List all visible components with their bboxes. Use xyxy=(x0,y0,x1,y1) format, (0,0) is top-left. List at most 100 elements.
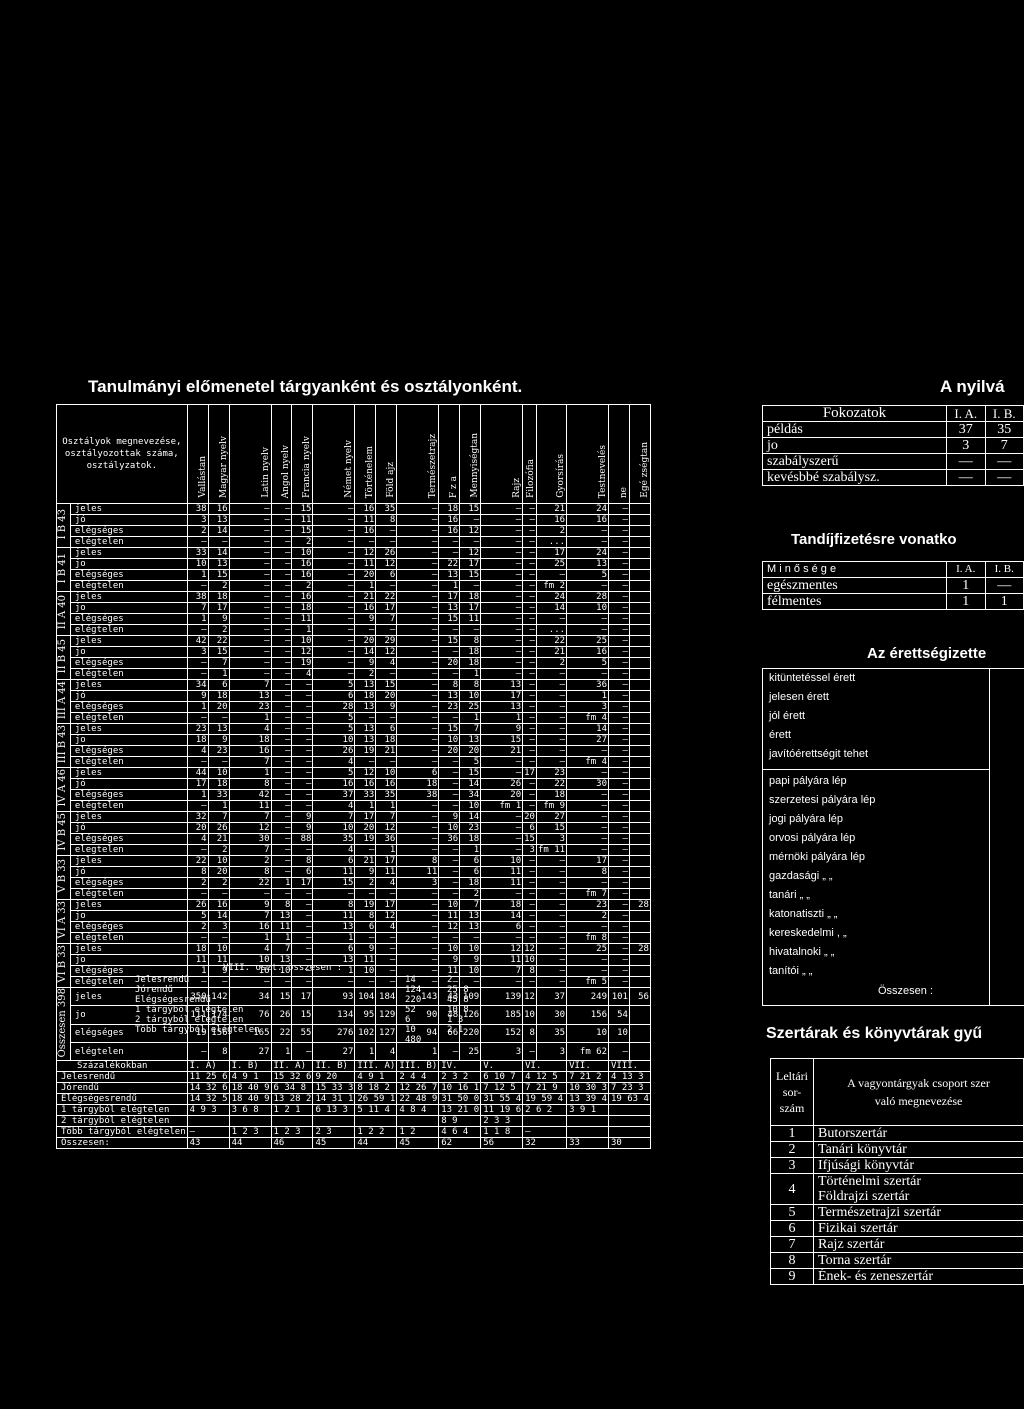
grade-count: 5 xyxy=(312,723,356,735)
pct-value: 4 9 1 xyxy=(228,1071,272,1084)
grade-count: 3 xyxy=(522,844,537,856)
grade-count: — xyxy=(608,712,630,724)
pct-value: 6 13 3 xyxy=(312,1104,356,1117)
grade-count: 21 xyxy=(207,833,230,845)
grade-count: — xyxy=(566,536,609,548)
grade-count: — xyxy=(566,877,609,889)
grade-count: — xyxy=(186,844,209,856)
pct-value: 18 40 9 xyxy=(228,1082,272,1095)
tandij-header: M i n ő s é g e xyxy=(762,561,947,578)
grade-count: 3 xyxy=(186,514,209,526)
table-row: elégtelen — — — —2— — — — — — — —... — — xyxy=(57,536,651,548)
grade-count: 11 xyxy=(480,877,524,889)
pct-value: 7 21 2 xyxy=(566,1071,609,1084)
grade-label: elégtelen xyxy=(69,712,188,724)
grade-count: 33 xyxy=(354,789,377,801)
subject-header: Magyar nyelv xyxy=(207,404,230,504)
grade-count xyxy=(628,558,651,570)
tandij-table: M i n ő s é g e I. A. I. B. egészmentes 1… xyxy=(762,561,1024,610)
grade-count: 1 xyxy=(375,844,398,856)
grade-count: 1 xyxy=(270,877,293,889)
summary-row: 2 tárgyból elégtelen 6 1 3 xyxy=(135,1015,465,1025)
grade-count xyxy=(628,855,651,867)
grade-count: — xyxy=(522,503,537,515)
grade-count: 3 xyxy=(535,1042,568,1062)
grade-count: — xyxy=(270,591,293,603)
grade-count: 22 xyxy=(207,635,230,647)
szertar-row: 3 Ifjúsági könyvtár xyxy=(770,1157,1024,1174)
grade-count: 23 xyxy=(535,767,568,779)
grade-count: — xyxy=(438,789,461,801)
grade-count: — xyxy=(396,525,440,537)
grade-count: — xyxy=(396,657,440,669)
grade-count: 13 xyxy=(312,921,356,933)
grade-count: 5 xyxy=(312,712,356,724)
grade-count: — xyxy=(354,888,377,900)
grade-count xyxy=(628,635,651,647)
grade-count: — xyxy=(459,624,482,636)
szertar-num: 9 xyxy=(770,1268,814,1285)
grade-count: — xyxy=(480,503,524,515)
table-row: elégséges 2 2 22 1 17 15 2 4 3—18 11— — — — xyxy=(57,877,651,889)
subject-label: Francia nyelv xyxy=(302,435,313,498)
grade-count: 17 xyxy=(459,602,482,614)
grade-count: — xyxy=(270,646,293,658)
grade-count: — xyxy=(270,767,293,779)
grade-count: — xyxy=(186,932,209,944)
grade-count: — xyxy=(396,910,440,922)
erett-item: kitüntetéssel érett xyxy=(769,672,856,684)
pct-value: 31 50 0 xyxy=(438,1093,482,1106)
grade-count: 1 xyxy=(207,800,230,812)
grade-count: — xyxy=(270,503,293,515)
grade-count: 11 xyxy=(480,866,524,878)
grade-count: 20 xyxy=(375,690,398,702)
grade-count: — xyxy=(291,756,314,768)
grade-count: 5 xyxy=(312,767,356,779)
grade-count: — xyxy=(438,756,461,768)
grade-count: — xyxy=(291,701,314,713)
pct-row: Több tárgyból elégtelen —1 2 31 2 32 31 2… xyxy=(56,1126,651,1139)
grade-count: — xyxy=(566,613,609,625)
grade-count: — xyxy=(535,734,568,746)
table-row: elégséges 2 14— —15—16— —16 12— —2— — xyxy=(57,525,651,537)
grade-count: 9 xyxy=(354,866,377,878)
grade-count: 15 xyxy=(375,679,398,691)
grade-count: 11 xyxy=(438,910,461,922)
szertar-name-text: Ifjúsági könyvtár xyxy=(818,1158,915,1173)
grade-count: — xyxy=(270,547,293,559)
summary-label: Elégségesrendű xyxy=(135,995,211,1005)
subject-header: Egé zségtan xyxy=(628,404,651,504)
grade-count: — xyxy=(354,756,377,768)
grade-count: — xyxy=(291,679,314,691)
grade-count: — xyxy=(228,591,272,603)
grade-count: — xyxy=(522,866,537,878)
grade-count: — xyxy=(228,514,272,526)
class-label: IV A 46 xyxy=(56,767,71,812)
grade-count: 7 xyxy=(375,613,398,625)
pct-row-label: 2 tárgyból elégtelen xyxy=(56,1115,188,1128)
grade-count: — xyxy=(186,668,209,680)
grade-count: — xyxy=(396,723,440,735)
grade-count: 21 xyxy=(535,503,568,515)
grade-count: 15 xyxy=(459,503,482,515)
pct-value: 15 32 6 xyxy=(270,1071,314,1084)
szertar-name-text: Torna szertár xyxy=(818,1253,892,1268)
grade-count: 18 xyxy=(375,734,398,746)
grade-count: — xyxy=(354,932,377,944)
pct-value: 6 10 7 xyxy=(480,1071,524,1084)
palya-item: orvosi pályára lép xyxy=(769,832,856,844)
grade-count: 15 xyxy=(459,767,482,779)
grade-count: 152 xyxy=(480,1023,524,1044)
pct-col-header: VI. xyxy=(522,1060,568,1073)
grade-count: — xyxy=(535,690,568,702)
grade-count: — xyxy=(270,536,293,548)
grade-count: 10 xyxy=(522,954,537,966)
grade-count: 9 xyxy=(186,690,209,702)
class-label-text: II A 40 xyxy=(57,594,69,630)
pct-value: 4 13 3 xyxy=(608,1071,651,1084)
grade-count: 7 xyxy=(312,811,356,823)
grade-count: — xyxy=(186,756,209,768)
grade-count: 13 xyxy=(207,723,230,735)
grade-count: 23 xyxy=(228,701,272,713)
fokozat-ib: — xyxy=(984,469,1024,486)
